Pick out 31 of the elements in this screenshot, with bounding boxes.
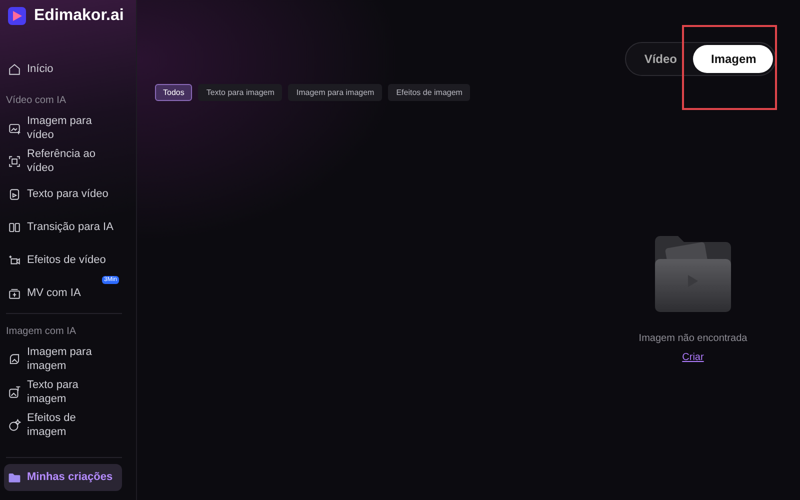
section-title: Vídeo com IA [5, 94, 68, 108]
document-icon [8, 188, 21, 201]
mode-tab[interactable]: Vídeo [628, 45, 693, 73]
sidebar-item[interactable]: Transição para IA [4, 214, 122, 241]
sidebar-item[interactable]: Referência ao vídeo [4, 148, 122, 175]
sidebar-item[interactable]: Início [4, 56, 122, 83]
home-icon [8, 63, 21, 76]
filter-chip[interactable]: Imagem para imagem [288, 84, 382, 101]
mode-tab[interactable]: Imagem [693, 45, 773, 73]
folder-icon [8, 471, 21, 484]
image-icon [8, 122, 21, 135]
sidebar-item[interactable]: Imagem para imagem [4, 346, 122, 373]
split-icon [8, 221, 21, 234]
frame-icon [8, 155, 21, 168]
logo-icon [8, 7, 26, 25]
filter-chip[interactable]: Todos [155, 84, 192, 101]
sidebar-item[interactable]: Texto para vídeo [4, 181, 122, 208]
filter-chip[interactable]: Texto para imagem [198, 84, 282, 101]
image-icon [8, 386, 21, 399]
empty-message: Imagem não encontrada [638, 333, 748, 344]
app-name: Edimakor.ai [34, 7, 124, 25]
filter-chip[interactable]: Efeitos de imagem [388, 84, 470, 101]
section-title: Imagem com IA [5, 324, 78, 338]
sidebar-item[interactable]: Imagem para vídeo [4, 115, 122, 142]
image-icon [8, 353, 21, 366]
sidebar-item[interactable]: Efeitos de vídeo [4, 247, 122, 274]
sidebar-item[interactable]: Efeitos de imagem [4, 412, 122, 439]
sidebar-item[interactable]: Minhas criações [4, 464, 122, 491]
create-link[interactable]: Criar [682, 352, 704, 363]
sidebar-item[interactable]: Texto para imagem [4, 379, 122, 406]
empty-folder-icon [653, 235, 733, 313]
